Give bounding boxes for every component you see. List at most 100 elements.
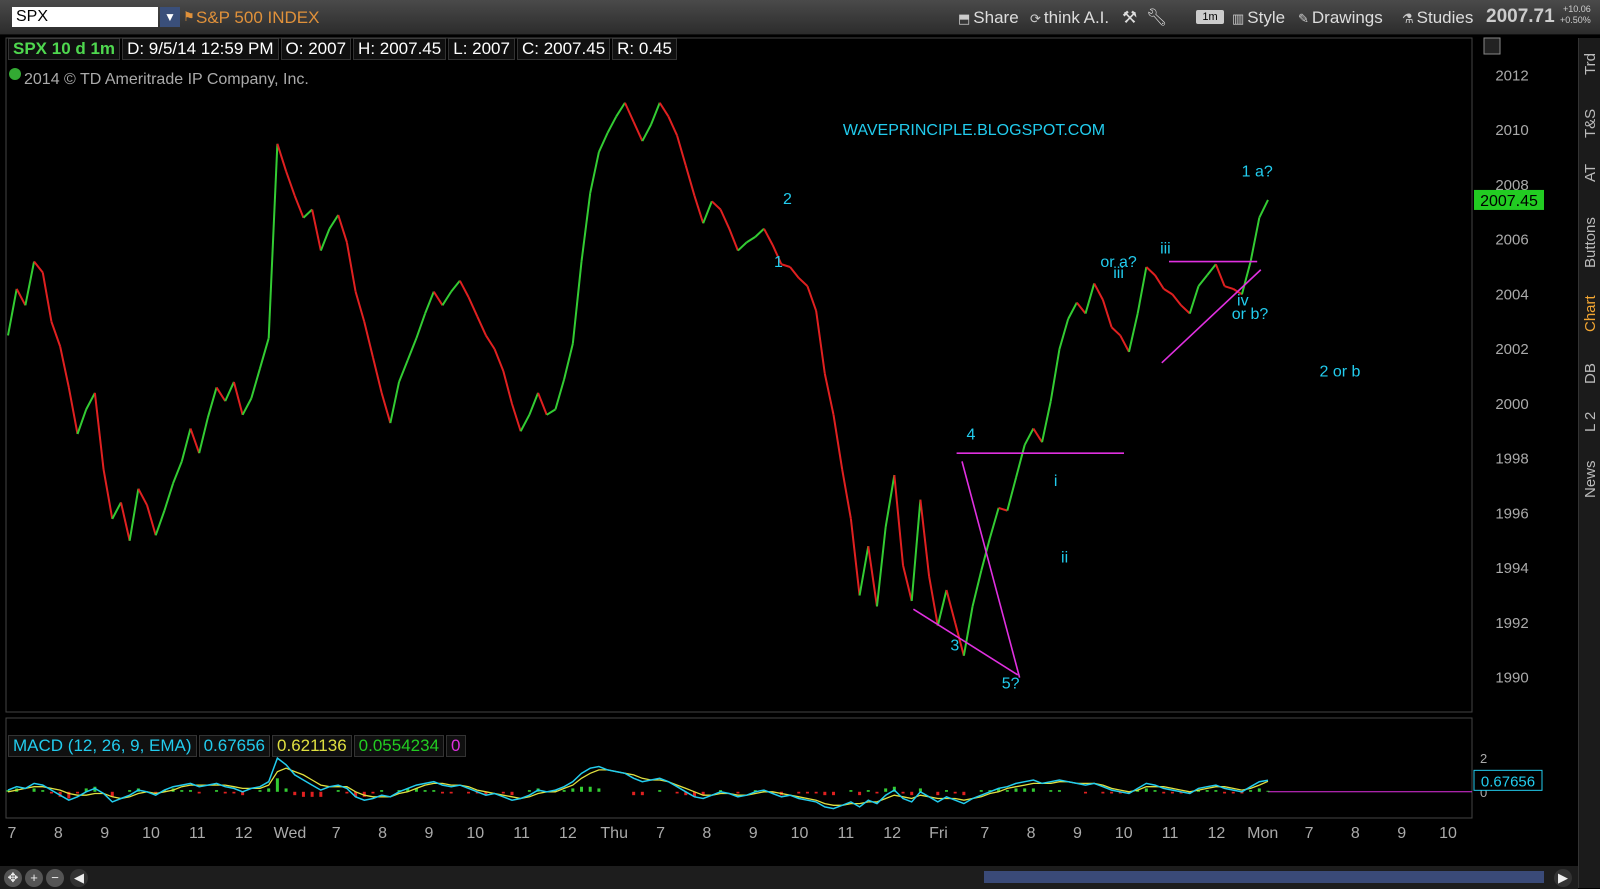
price-segment [1249,217,1261,262]
price-segment [746,236,756,244]
time-tick-label: 7 [1305,825,1314,842]
time-tick-label: 12 [559,825,577,842]
price-segment [389,381,401,424]
macd-label[interactable]: MACD (12, 26, 9, EMA) [8,735,197,757]
price-segment [658,102,670,117]
price-series: 2007.45 [7,102,1544,656]
price-segment [146,504,157,536]
price-segment [380,392,392,424]
right-tab-l2[interactable]: L 2 [1582,412,1599,432]
price-segment [693,195,705,224]
price-segment [189,428,201,454]
price-tick-label: 2004 [1495,286,1528,303]
right-tab-buttons[interactable]: Buttons [1582,217,1599,268]
price-segment [702,200,713,224]
right-tab-ts[interactable]: T&S [1582,109,1599,138]
price-segment [763,228,774,246]
time-tick-label: 8 [1351,825,1360,842]
price-segment [597,132,609,153]
price-tick-label: 1996 [1495,505,1528,522]
right-tab-at[interactable]: AT [1582,164,1599,182]
price-segment [128,488,140,541]
price-segment [719,209,731,230]
time-tick-label: 10 [142,825,160,842]
time-tick-label: Fri [929,825,948,842]
price-segment [328,214,340,230]
scroll-left-icon[interactable]: ◀ [70,869,88,887]
right-tab-news[interactable]: News [1582,460,1599,498]
time-tick-label: 10 [1115,825,1133,842]
right-tab-trd[interactable]: Trd [1582,53,1599,75]
price-segment [806,285,818,312]
price-segment [1258,199,1269,219]
price-segment [1076,301,1087,315]
macd-info-bar: MACD (12, 26, 9, EMA) 0.67656 0.621136 0… [8,735,468,757]
watermark-text: WAVEPRINCIPLE.BLOGSPOT.COM [843,122,1105,139]
time-tick-label: Mon [1247,825,1278,842]
wave-label: 2 [783,191,792,208]
price-segment [41,272,53,322]
horizontal-scrollbar[interactable]: ✥ + − ◀ ▶ [0,866,1578,889]
right-tab-db[interactable]: DB [1582,363,1599,384]
price-segment [849,518,861,596]
scroll-right-icon[interactable]: ▶ [1554,869,1572,887]
price-segment [250,368,261,399]
price-segment [667,116,679,137]
price-segment [1041,400,1052,443]
price-segment [119,502,131,541]
price-tick-label: 2010 [1495,122,1528,139]
zoom-in-icon[interactable]: + [25,869,43,887]
price-tick-label: 2002 [1495,341,1528,358]
price-segment [511,403,522,432]
price-segment [432,291,444,306]
price-tick-label: 2000 [1495,396,1528,413]
price-segment [485,334,496,350]
time-tick-label: 12 [1207,825,1225,842]
price-segment [528,392,539,416]
price-segment [624,102,635,123]
time-tick-label: 9 [100,825,109,842]
price-tick-label: 2006 [1495,232,1528,249]
price-segment [85,392,96,410]
price-segment [198,417,209,454]
price-segment [76,409,88,435]
macd-avg-line [7,767,1269,806]
chart-settings-icon[interactable] [1483,37,1501,55]
macd-zero: 0 [446,735,466,757]
zoom-out-icon[interactable]: − [46,869,64,887]
price-segment [711,200,722,211]
wave-annotations: 12435?iiior a?iiiiiiivor b?1 a?2 or b [774,164,1361,693]
time-tick-label: 7 [980,825,989,842]
price-segment [936,589,948,626]
right-tab-chart[interactable]: Chart [1582,295,1599,332]
price-segment [945,589,957,624]
time-tick-label: 7 [332,825,341,842]
price-segment [363,321,374,358]
trendlines [912,260,1262,678]
price-segment [172,460,183,484]
price-segment [1197,274,1208,287]
pan-icon[interactable]: ✥ [4,869,22,887]
macd-avg: 0.621136 [272,735,352,757]
price-segment [519,414,531,432]
price-segment [137,488,148,506]
price-segment [15,288,27,306]
price-segment [111,501,122,520]
price-segment [875,526,887,607]
wave-label: 1 a? [1242,164,1273,181]
wave-label: or b? [1232,306,1269,323]
price-segment [502,370,513,405]
wave-label: 2 or b [1320,364,1361,381]
price-segment [928,576,939,626]
price-segment [293,195,305,219]
time-tick-label: 8 [54,825,63,842]
time-tick-label: 11 [1162,825,1179,842]
scroll-thumb[interactable] [984,871,1544,883]
macd-series: 0.67656 [6,756,1543,810]
time-tick-label: 10 [791,825,809,842]
price-segment [563,343,574,380]
price-segment [441,291,453,306]
price-segment [815,310,826,374]
price-segment [67,387,79,435]
wave-label: ii [1061,550,1068,567]
